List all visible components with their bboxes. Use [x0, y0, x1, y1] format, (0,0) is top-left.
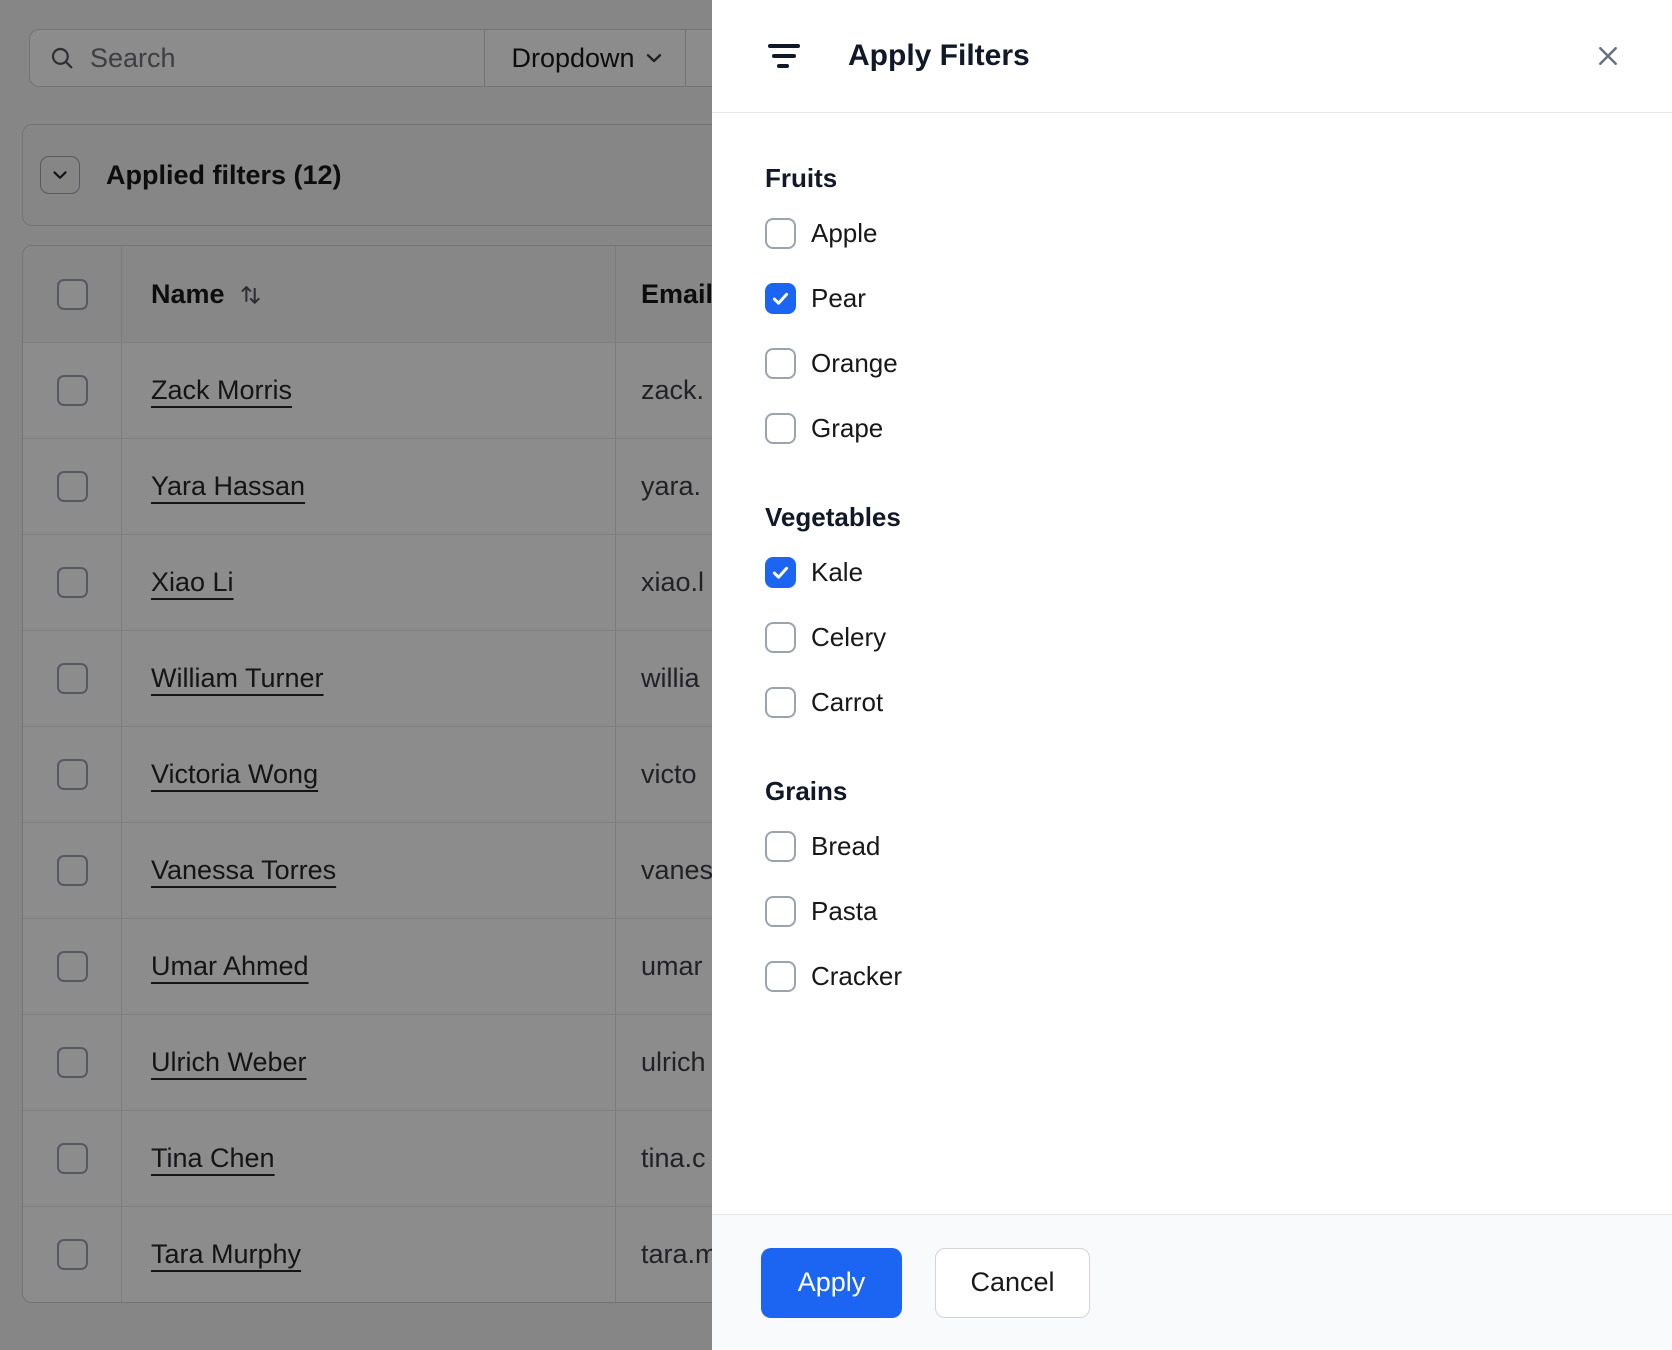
filter-checkbox[interactable]	[765, 413, 796, 444]
filter-group: Fruits Apple Pear Orange Grape	[765, 163, 1672, 444]
filter-option[interactable]: Celery	[765, 622, 1672, 653]
filter-groups: Fruits Apple Pear Orange Grape Vegetable…	[712, 113, 1672, 1214]
filter-option[interactable]: Cracker	[765, 961, 1672, 992]
filter-group-options: Kale Celery Carrot	[765, 557, 1672, 718]
filter-checkbox[interactable]	[765, 961, 796, 992]
panel-header: Apply Filters	[712, 0, 1672, 113]
check-icon	[772, 292, 789, 305]
filter-option-label: Orange	[811, 348, 898, 378]
filter-group: Vegetables Kale Celery Carrot	[765, 502, 1672, 718]
filter-option-label: Apple	[811, 218, 878, 248]
panel-footer: Apply Cancel	[712, 1214, 1672, 1350]
filter-option-label: Bread	[811, 831, 881, 861]
filter-checkbox[interactable]	[765, 687, 796, 718]
filter-checkbox[interactable]	[765, 831, 796, 862]
filter-lines-icon	[768, 44, 800, 68]
filter-option[interactable]: Bread	[765, 831, 1672, 862]
filter-group-heading: Grains	[765, 776, 848, 806]
filter-option[interactable]: Grape	[765, 413, 1672, 444]
filter-group: Grains Bread Pasta Cracker	[765, 776, 1672, 992]
app-root: Dropdown Applied filters (12) N	[0, 0, 1672, 1350]
filter-option-label: Grape	[811, 413, 884, 443]
filter-group-options: Apple Pear Orange Grape	[765, 218, 1672, 444]
filter-option-label: Pasta	[811, 896, 878, 926]
filter-option[interactable]: Kale	[765, 557, 1672, 588]
filter-checkbox[interactable]	[765, 622, 796, 653]
filter-option[interactable]: Pear	[765, 283, 1672, 314]
apply-button[interactable]: Apply	[761, 1247, 902, 1318]
filter-option[interactable]: Orange	[765, 348, 1672, 379]
filter-option[interactable]: Apple	[765, 218, 1672, 249]
apply-filters-panel: Apply Filters Fruits Apple Pear Orange G…	[712, 0, 1672, 1350]
filter-option-label: Pear	[811, 283, 866, 313]
filter-option-label: Celery	[811, 622, 887, 652]
panel-title: Apply Filters	[848, 39, 1030, 72]
filter-checkbox[interactable]	[765, 348, 796, 379]
close-button[interactable]	[1588, 36, 1628, 76]
filter-checkbox[interactable]	[765, 896, 796, 927]
filter-checkbox[interactable]	[765, 557, 796, 588]
filter-option-label: Cracker	[811, 961, 903, 991]
filter-group-heading: Fruits	[765, 163, 838, 193]
filter-option-label: Carrot	[811, 687, 884, 717]
filter-group-heading: Vegetables	[765, 502, 901, 532]
filter-checkbox[interactable]	[765, 218, 796, 249]
filter-option-label: Kale	[811, 557, 864, 587]
filter-group-options: Bread Pasta Cracker	[765, 831, 1672, 992]
filter-option[interactable]: Carrot	[765, 687, 1672, 718]
filter-option[interactable]: Pasta	[765, 896, 1672, 927]
close-icon	[1599, 47, 1617, 65]
check-icon	[772, 566, 789, 579]
cancel-button[interactable]: Cancel	[935, 1247, 1090, 1318]
filter-checkbox[interactable]	[765, 283, 796, 314]
